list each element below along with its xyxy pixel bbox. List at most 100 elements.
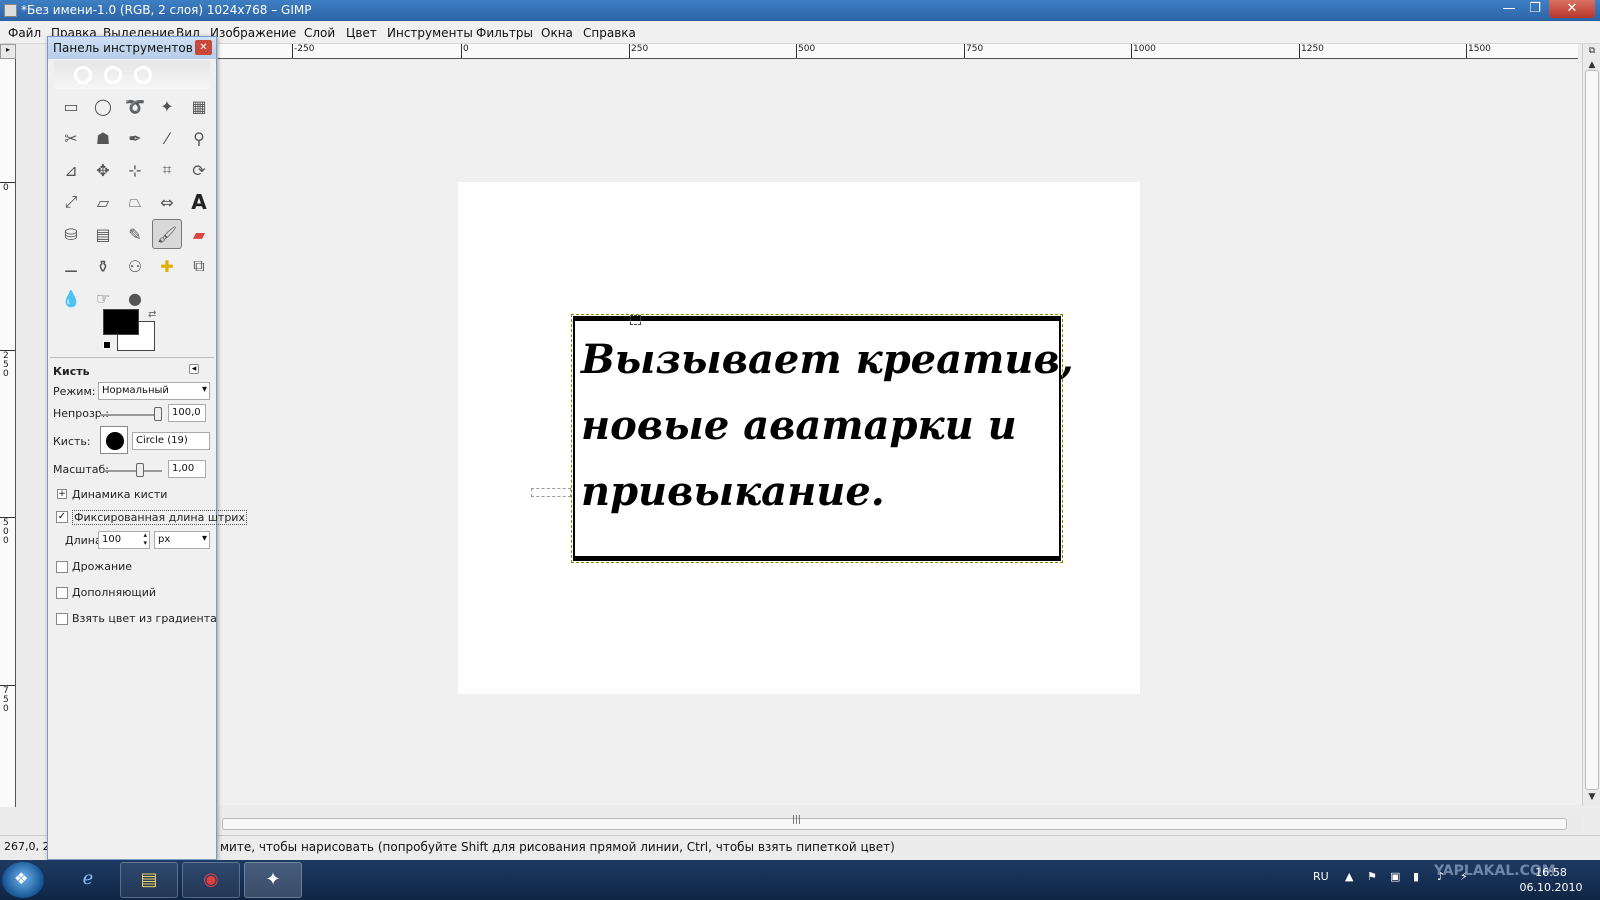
menu-image[interactable]: Изображение [210, 26, 296, 40]
opacity-field[interactable]: 100,0 [168, 404, 206, 422]
quick-mask-toggle[interactable]: ▸ [0, 44, 16, 59]
incremental-checkbox[interactable] [56, 587, 68, 599]
ink-icon[interactable]: ⚱ [88, 251, 118, 281]
toolbox-titlebar[interactable]: Панель инструментов ✕ [48, 37, 216, 59]
tool-grid: ▭ ◯ ➰ ✦ ▦ ✂ ☗ ✒ ⁄ ⚲ ⊿ ✥ ⊹ ⌗ ⟳ ⤢ ▱ ⏢ ⇔ A … [56, 91, 216, 315]
device-icon[interactable]: ▣ [1390, 870, 1400, 883]
menu-file[interactable]: Файл [8, 26, 41, 40]
window-menu-icon[interactable] [4, 4, 17, 17]
bucket-fill-icon[interactable]: ⛁ [56, 219, 86, 249]
tray-expand-icon[interactable]: ▲ [1345, 870, 1353, 883]
chrome-icon[interactable]: ◉ [182, 862, 240, 898]
scale-label: Масштаб: [53, 463, 109, 476]
minimize-button[interactable]: — [1497, 0, 1521, 18]
clone-icon[interactable]: ⚇ [120, 251, 150, 281]
options-menu-icon[interactable]: ◂ [189, 364, 199, 374]
close-button[interactable]: ✕ [1549, 0, 1595, 18]
align-icon[interactable]: ⊹ [120, 155, 150, 185]
move-icon[interactable]: ✥ [88, 155, 118, 185]
explorer-icon[interactable]: ▤ [120, 862, 178, 898]
color-select-icon[interactable]: ▦ [184, 91, 214, 121]
airbrush-icon[interactable]: ⚊ [56, 251, 86, 281]
horizontal-ruler: -250 0 250 500 750 1000 1250 1500 [218, 44, 1578, 59]
perspective-clone-icon[interactable]: ⧉ [184, 251, 214, 281]
text-tool-icon[interactable]: A [184, 187, 214, 217]
gimp-icon[interactable]: ✦ [244, 862, 302, 898]
shear-icon[interactable]: ▱ [88, 187, 118, 217]
scissors-icon[interactable]: ✂ [56, 123, 86, 153]
rect-select-icon[interactable]: ▭ [56, 91, 86, 121]
network-icon[interactable]: ▮ [1413, 870, 1419, 883]
incremental-label[interactable]: Дополняющий [72, 586, 156, 599]
brush-cursor [630, 315, 641, 325]
fixed-length-checkbox[interactable]: ✓ [56, 511, 68, 523]
expand-plus-icon[interactable]: + [57, 489, 67, 499]
vertical-ruler: 0 2 5 0 5 0 0 7 5 0 [0, 59, 16, 807]
gradient-color-checkbox[interactable] [56, 613, 68, 625]
opacity-slider[interactable] [100, 414, 162, 416]
rotate-icon[interactable]: ⟳ [184, 155, 214, 185]
horizontal-scrollbar[interactable]: ||| [218, 815, 1582, 833]
scale-field[interactable]: 1,00 [168, 460, 206, 478]
maximize-button[interactable]: ❐ [1523, 0, 1547, 18]
length-field[interactable]: 100 ▴ ▾ [98, 531, 150, 549]
jitter-label[interactable]: Дрожание [72, 560, 132, 573]
heal-icon[interactable]: ✚ [152, 251, 182, 281]
scale-icon[interactable]: ⤢ [56, 187, 86, 217]
zoom-icon[interactable]: ⚲ [184, 123, 214, 153]
mode-label: Режим: [53, 385, 96, 398]
eraser-icon[interactable]: ▰ [184, 219, 214, 249]
menu-layer[interactable]: Слой [304, 26, 335, 40]
brush-name-field: Circle (19) [132, 432, 210, 450]
blend-icon[interactable]: ▤ [88, 219, 118, 249]
chevron-down-icon: ▾ [201, 384, 207, 395]
perspective-icon[interactable]: ⏢ [120, 187, 150, 217]
system-clock[interactable]: 16:58 06.10.2010 [1508, 865, 1594, 895]
scale-slider-handle[interactable] [136, 463, 144, 477]
ellipse-select-icon[interactable]: ◯ [88, 91, 118, 121]
flip-icon[interactable]: ⇔ [152, 187, 182, 217]
foreground-color[interactable] [103, 309, 139, 335]
free-select-icon[interactable]: ➰ [120, 91, 150, 121]
mode-select[interactable]: Нормальный ▾ [98, 382, 210, 400]
crop-icon[interactable]: ⌗ [152, 155, 182, 185]
pencil-icon[interactable]: ✎ [120, 219, 150, 249]
start-button[interactable]: ❖ [2, 862, 44, 898]
vertical-scrollbar[interactable]: ⧉ ▲ ▼ [1582, 44, 1600, 806]
mode-value: Нормальный [102, 385, 169, 396]
swap-colors-icon[interactable]: ⇄ [148, 309, 156, 320]
menu-color[interactable]: Цвет [346, 26, 377, 40]
paintbrush-icon[interactable]: 🖌 [152, 219, 182, 249]
scroll-down-icon[interactable]: ▼ [1585, 790, 1599, 804]
toolbox-title: Панель инструментов [53, 41, 193, 55]
zoom-fit-icon[interactable]: ⧉ [1585, 44, 1599, 58]
status-bar: 267,0, 2 мите, чтобы нарисовать (попробу… [0, 835, 1600, 857]
action-center-icon[interactable]: ⚑ [1367, 870, 1377, 883]
v-ruler-label: 5 0 0 [3, 518, 9, 546]
scale-slider[interactable] [104, 470, 162, 472]
foreground-select-icon[interactable]: ☗ [88, 123, 118, 153]
menu-windows[interactable]: Окна [541, 26, 573, 40]
menu-help[interactable]: Справка [583, 26, 636, 40]
internet-explorer-icon[interactable]: ℯ [59, 862, 117, 898]
menu-tools[interactable]: Инструменты [387, 26, 473, 40]
toolbox-close-icon[interactable]: ✕ [195, 40, 212, 55]
color-picker-icon[interactable]: ⁄ [152, 123, 182, 153]
spinner-icon[interactable]: ▴ ▾ [143, 532, 147, 547]
blur-icon[interactable]: 💧 [56, 283, 86, 313]
opacity-slider-handle[interactable] [154, 407, 162, 421]
brush-dynamics-label[interactable]: Динамика кисти [72, 488, 167, 501]
length-unit-select[interactable]: px ▾ [154, 531, 210, 549]
menu-filters[interactable]: Фильтры [476, 26, 533, 40]
gradient-color-label[interactable]: Взять цвет из градиента [72, 612, 217, 625]
jitter-checkbox[interactable] [56, 561, 68, 573]
measure-icon[interactable]: ⊿ [56, 155, 86, 185]
brush-preview[interactable] [100, 426, 128, 454]
fuzzy-select-icon[interactable]: ✦ [152, 91, 182, 121]
language-indicator[interactable]: RU [1313, 870, 1329, 883]
vertical-scroll-thumb[interactable] [1585, 70, 1599, 790]
reset-colors-icon[interactable] [103, 341, 111, 349]
paths-icon[interactable]: ✒ [120, 123, 150, 153]
horizontal-scroll-thumb[interactable] [222, 818, 1567, 830]
fixed-length-label[interactable]: Фиксированная длина штрих [72, 510, 247, 525]
